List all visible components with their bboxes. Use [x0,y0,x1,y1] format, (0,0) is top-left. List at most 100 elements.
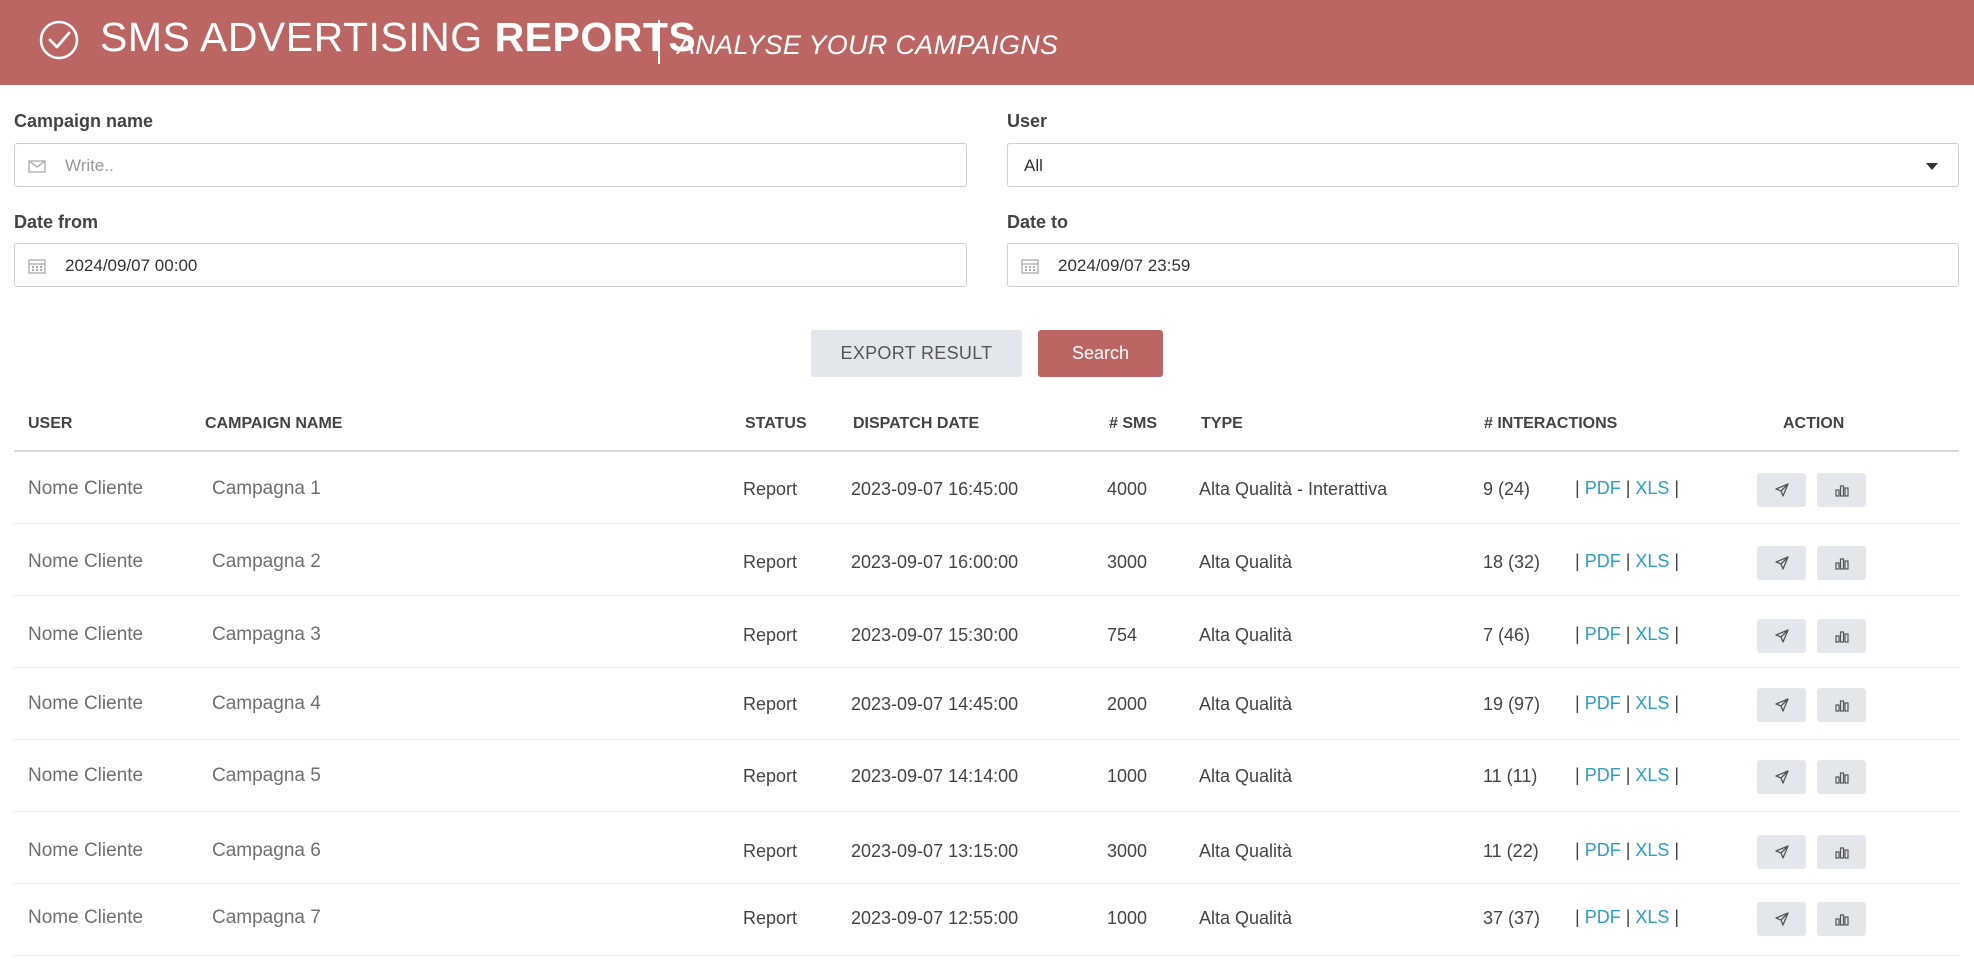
cell-dispatch-date: 2023-09-07 14:14:00 [851,766,1019,786]
column-header-status: STATUS [745,415,807,432]
send-button[interactable] [1757,760,1806,794]
pdf-link[interactable]: PDF [1585,765,1621,785]
xls-link[interactable]: XLS [1635,478,1669,498]
column-header-dispatch-date: DISPATCH DATE [853,415,980,432]
campaign-name-input[interactable]: Write.. [14,143,967,187]
cell-sms: 1000 [1107,766,1148,786]
cell-report-links: | PDF | XLS | [1575,765,1680,785]
date-to-input[interactable]: 2024/09/07 23:59 [1007,243,1959,287]
cell-status: Report [743,479,798,499]
table-row: Nome Cliente Campagna 6 Report 2023-09-07 1… [14,812,1959,884]
send-button[interactable] [1757,619,1806,653]
cell-campaign-name: Campagna 7 [212,907,321,928]
cell-type: Alta Qualità [1199,841,1293,861]
cell-user: Nome Cliente [28,551,144,572]
cell-campaign-name: Campagna 2 [212,551,321,572]
xls-link[interactable]: XLS [1635,693,1669,713]
pdf-link[interactable]: PDF [1585,551,1621,571]
cell-interactions: 37 (37) [1483,908,1541,928]
table-row: Nome Cliente Campagna 7 Report 2023-09-07 1… [14,884,1959,956]
statistics-button[interactable] [1817,473,1866,507]
statistics-button[interactable] [1817,619,1866,653]
send-button[interactable] [1757,546,1806,580]
header-divider [658,20,660,64]
xls-link[interactable]: XLS [1635,840,1669,860]
cell-dispatch-date: 2023-09-07 13:15:00 [851,841,1019,861]
column-header-campaign-name: CAMPAIGN NAME [205,415,343,432]
send-button[interactable] [1757,473,1806,507]
cell-campaign-name: Campagna 6 [212,840,321,861]
cell-report-links: | PDF | XLS | [1575,907,1680,927]
search-button[interactable]: Search [1038,330,1163,377]
statistics-button[interactable] [1817,835,1866,869]
cell-dispatch-date: 2023-09-07 16:45:00 [851,479,1019,499]
cell-interactions: 19 (97) [1483,694,1541,714]
pdf-link[interactable]: PDF [1585,478,1621,498]
send-button[interactable] [1757,688,1806,722]
cell-campaign-name: Campagna 4 [212,693,321,714]
bar-chart-icon [1834,697,1850,713]
envelope-icon [28,160,46,173]
xls-link[interactable]: XLS [1635,765,1669,785]
cell-user: Nome Cliente [28,907,144,928]
date-to-value: 2024/09/07 23:59 [1058,256,1191,275]
bar-chart-icon [1834,911,1850,927]
user-select-value: All [1024,156,1043,175]
cell-type: Alta Qualità [1199,766,1293,786]
statistics-button[interactable] [1817,688,1866,722]
pdf-link[interactable]: PDF [1585,907,1621,927]
send-icon [1774,628,1790,644]
cell-campaign-name: Campagna 1 [212,478,321,499]
cell-dispatch-date: 2023-09-07 15:30:00 [851,625,1019,645]
send-icon [1774,769,1790,785]
cell-status: Report [743,908,798,928]
send-icon [1774,482,1790,498]
cell-report-links: | PDF | XLS | [1575,624,1680,644]
export-result-button[interactable]: EXPORT RESULT [811,330,1022,377]
cell-user: Nome Cliente [28,624,144,645]
user-select[interactable]: All [1007,143,1959,187]
page-title-light: SMS ADVERTISING [100,14,495,60]
bar-chart-icon [1834,844,1850,860]
cell-type: Alta Qualità - Interattiva [1199,479,1388,499]
statistics-button[interactable] [1817,760,1866,794]
campaign-name-label: Campaign name [14,111,154,131]
pdf-link[interactable]: PDF [1585,840,1621,860]
page-header: SMS ADVERTISING REPORTS ANALYSE YOUR CAM… [0,0,1974,85]
statistics-button[interactable] [1817,902,1866,936]
chevron-down-icon [1926,163,1938,170]
table-row: Nome Cliente Campagna 3 Report 2023-09-07 1… [14,596,1959,668]
send-button[interactable] [1757,902,1806,936]
statistics-button[interactable] [1817,546,1866,580]
date-from-label: Date from [14,212,99,232]
cell-campaign-name: Campagna 3 [212,624,321,645]
bar-chart-icon [1834,482,1850,498]
pdf-link[interactable]: PDF [1585,624,1621,644]
calendar-icon [28,259,46,274]
date-to-label: Date to [1007,212,1069,232]
pdf-link[interactable]: PDF [1585,693,1621,713]
check-circle-icon [39,20,79,60]
date-from-input[interactable]: 2024/09/07 00:00 [14,243,967,287]
cell-user: Nome Cliente [28,478,144,499]
cell-dispatch-date: 2023-09-07 12:55:00 [851,908,1019,928]
xls-link[interactable]: XLS [1635,551,1669,571]
cell-report-links: | PDF | XLS | [1575,478,1680,498]
xls-link[interactable]: XLS [1635,624,1669,644]
send-button[interactable] [1757,835,1806,869]
calendar-icon [1021,259,1039,274]
page-subtitle: ANALYSE YOUR CAMPAIGNS [677,30,1059,60]
cell-sms: 1000 [1107,908,1148,928]
cell-sms: 3000 [1107,552,1148,572]
user-label: User [1007,111,1048,131]
table-row: Nome Cliente Campagna 4 Report 2023-09-07 1… [14,668,1959,740]
xls-link[interactable]: XLS [1635,907,1669,927]
cell-sms: 3000 [1107,841,1148,861]
cell-report-links: | PDF | XLS | [1575,693,1680,713]
table-row: Nome Cliente Campagna 5 Report 2023-09-07 1… [14,740,1959,812]
cell-user: Nome Cliente [28,765,144,786]
cell-status: Report [743,766,798,786]
column-header-action: ACTION [1783,415,1845,432]
send-icon [1774,555,1790,571]
cell-report-links: | PDF | XLS | [1575,840,1680,860]
